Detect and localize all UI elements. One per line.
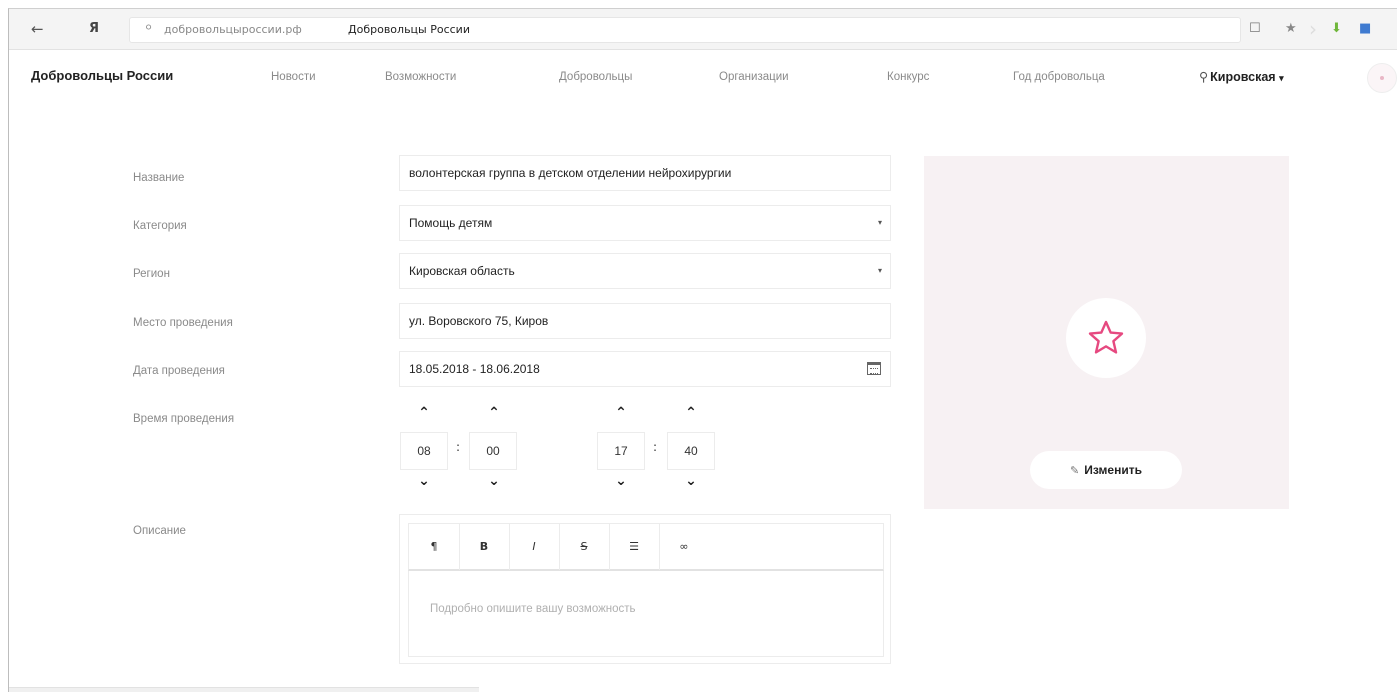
editor-toolbar: ¶ B I S ☰ ∞ bbox=[408, 523, 884, 571]
start-hour-down-icon[interactable]: ⌄ bbox=[414, 473, 434, 489]
link-icon[interactable]: ∞ bbox=[659, 524, 709, 570]
tabs-icon[interactable]: ☐ bbox=[1249, 9, 1261, 49]
address-bar[interactable]: ⚪ добровольцыроссии.рф Добровольцы Росси… bbox=[129, 17, 1241, 43]
calendar-icon[interactable] bbox=[867, 362, 881, 375]
location-pin-icon: ⚲ bbox=[1199, 70, 1209, 84]
place-input-value: ул. Воровского 75, Киров bbox=[409, 314, 549, 328]
name-input[interactable]: волонтерская группа в детском отделении … bbox=[399, 155, 891, 191]
time-label: Время проведения bbox=[133, 413, 235, 425]
region-select-value: Кировская область bbox=[409, 264, 515, 278]
url-domain: добровольцыроссии.рф bbox=[164, 23, 302, 36]
star-badge bbox=[1066, 298, 1146, 378]
end-minute-up-icon[interactable]: ⌃ bbox=[681, 405, 701, 421]
toolbar-divider: › bbox=[1309, 17, 1317, 41]
paragraph-icon[interactable]: ¶ bbox=[409, 524, 460, 570]
change-image-button[interactable]: ✎ Изменить bbox=[1030, 451, 1182, 489]
chevron-down-icon: ▾ bbox=[1279, 73, 1284, 83]
region-selector[interactable]: ⚲ Кировская ▾ bbox=[1199, 69, 1284, 84]
nav-link-organizations[interactable]: Организации bbox=[719, 71, 789, 83]
date-label: Дата проведения bbox=[133, 365, 225, 377]
browser-window: ← Я ⚪ добровольцыроссии.рф Добровольцы Р… bbox=[8, 8, 1397, 692]
place-input[interactable]: ул. Воровского 75, Киров bbox=[399, 303, 891, 339]
category-label: Категория bbox=[133, 220, 187, 232]
change-image-label: Изменить bbox=[1084, 463, 1142, 477]
start-hour-up-icon[interactable]: ⌃ bbox=[414, 405, 434, 421]
category-select-value: Помощь детям bbox=[409, 216, 493, 230]
time-separator: : bbox=[653, 440, 658, 454]
chevron-down-icon: ▾ bbox=[877, 266, 882, 275]
region-select[interactable]: Кировская область ▾ bbox=[399, 253, 891, 289]
yandex-logo-icon[interactable]: Я bbox=[89, 9, 99, 49]
strikethrough-icon[interactable]: S bbox=[559, 524, 610, 570]
download-icon[interactable]: ⬇ bbox=[1331, 9, 1342, 49]
region-label: Регион bbox=[133, 268, 170, 280]
end-hour-down-icon[interactable]: ⌄ bbox=[611, 473, 631, 489]
bookmark-star-icon[interactable]: ★ bbox=[1285, 9, 1297, 49]
description-placeholder: Подробно опишите вашу возможность bbox=[430, 603, 636, 615]
site-brand[interactable]: Добровольцы России bbox=[31, 68, 173, 83]
category-select[interactable]: Помощь детям ▾ bbox=[399, 205, 891, 241]
region-selector-label: Кировская bbox=[1210, 70, 1276, 84]
chevron-down-icon: ▾ bbox=[877, 218, 882, 227]
url-page-title: Добровольцы России bbox=[348, 23, 470, 36]
date-range-input[interactable]: 18.05.2018 - 18.06.2018 bbox=[399, 351, 891, 387]
description-editor: ¶ B I S ☰ ∞ Подробно опишите вашу возмож… bbox=[399, 514, 891, 664]
nav-link-volunteers[interactable]: Добровольцы bbox=[559, 71, 632, 83]
start-hour-input[interactable]: 08 bbox=[400, 432, 448, 470]
start-minute-input[interactable]: 00 bbox=[469, 432, 517, 470]
back-arrow-icon[interactable]: ← bbox=[31, 9, 44, 49]
place-label: Место проведения bbox=[133, 317, 233, 329]
extension-icon[interactable]: ■ bbox=[1359, 9, 1371, 49]
image-upload-panel: ✎ Изменить bbox=[924, 156, 1289, 509]
horizontal-scrollbar[interactable] bbox=[9, 687, 479, 692]
end-hour-up-icon[interactable]: ⌃ bbox=[611, 405, 631, 421]
start-minute-up-icon[interactable]: ⌃ bbox=[484, 405, 504, 421]
browser-toolbar: ← Я ⚪ добровольцыроссии.рф Добровольцы Р… bbox=[9, 9, 1397, 50]
time-separator: : bbox=[456, 440, 461, 454]
end-minute-down-icon[interactable]: ⌄ bbox=[681, 473, 701, 489]
nav-link-news[interactable]: Новости bbox=[271, 71, 316, 83]
site-navigation: Добровольцы России Новости Возможности Д… bbox=[9, 50, 1397, 106]
avatar[interactable] bbox=[1367, 63, 1397, 93]
description-label: Описание bbox=[133, 525, 186, 537]
nav-link-opportunities[interactable]: Возможности bbox=[385, 71, 456, 83]
pencil-icon: ✎ bbox=[1070, 465, 1080, 477]
nav-link-contest[interactable]: Конкурс bbox=[887, 71, 929, 83]
italic-icon[interactable]: I bbox=[509, 524, 560, 570]
end-hour-input[interactable]: 17 bbox=[597, 432, 645, 470]
end-minute-input[interactable]: 40 bbox=[667, 432, 715, 470]
site-info-icon[interactable]: ⚪ bbox=[144, 21, 153, 34]
date-range-value: 18.05.2018 - 18.06.2018 bbox=[409, 362, 540, 376]
name-input-value: волонтерская группа в детском отделении … bbox=[409, 166, 732, 180]
star-icon bbox=[1088, 320, 1124, 354]
list-icon[interactable]: ☰ bbox=[609, 524, 660, 570]
start-minute-down-icon[interactable]: ⌄ bbox=[484, 473, 504, 489]
nav-link-volunteer-year[interactable]: Год добровольца bbox=[1013, 71, 1105, 83]
name-label: Название bbox=[133, 172, 185, 184]
bold-icon[interactable]: B bbox=[459, 524, 510, 570]
